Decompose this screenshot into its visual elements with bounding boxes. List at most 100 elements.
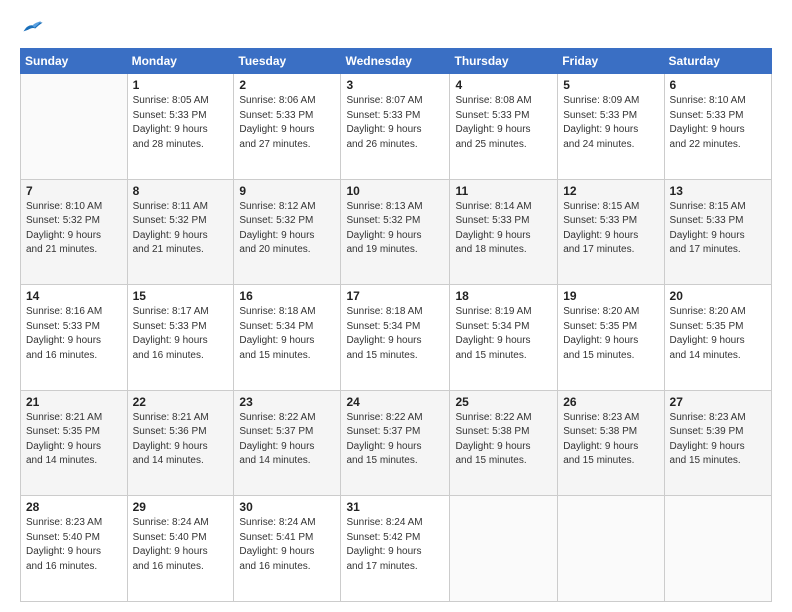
calendar-cell: 21Sunrise: 8:21 AMSunset: 5:35 PMDayligh… [21,390,128,496]
day-number: 9 [239,184,335,198]
day-info-text: Sunrise: 8:23 AMSunset: 5:38 PMDaylight:… [563,411,658,469]
calendar-cell: 3 Sunrise: 8:07 AMSunset: 5:33 PMDaylight… [341,74,450,180]
day-info-text: Sunrise: 8:14 AMSunset: 5:33 PMDaylight:… [455,200,552,258]
weekday-header-tuesday: Tuesday [234,49,341,74]
day-info-text: Sunrise: 8:09 AMSunset: 5:33 PMDaylight:… [563,94,658,152]
calendar-cell: 29 Sunrise: 8:24 AMSunset: 5:40 PMDayligh… [127,496,234,602]
day-number: 12 [563,184,658,198]
day-number: 22 [133,395,229,409]
day-info-text: Sunrise: 8:20 AMSunset: 5:35 PMDaylight:… [563,305,658,363]
day-info-text: Sunrise: 8:06 AMSunset: 5:33 PMDaylight:… [239,94,335,152]
day-number: 15 [133,289,229,303]
day-info-text: Sunrise: 8:10 AMSunset: 5:33 PMDaylight:… [670,94,766,152]
day-number: 1 [133,78,229,92]
calendar-cell: 16 Sunrise: 8:18 AMSunset: 5:34 PMDayligh… [234,285,341,391]
calendar-week-row: 7Sunrise: 8:10 AMSunset: 5:32 PMDaylight… [21,179,772,285]
day-number: 27 [670,395,766,409]
calendar-cell: 15 Sunrise: 8:17 AMSunset: 5:33 PMDayligh… [127,285,234,391]
day-info-text: Sunrise: 8:23 AMSunset: 5:40 PMDaylight:… [26,516,122,574]
day-number: 14 [26,289,122,303]
day-number: 11 [455,184,552,198]
calendar-cell: 28 Sunrise: 8:23 AMSunset: 5:40 PMDayligh… [21,496,128,602]
day-number: 3 [346,78,444,92]
day-info-text: Sunrise: 8:08 AMSunset: 5:33 PMDaylight:… [455,94,552,152]
calendar-cell: 6 Sunrise: 8:10 AMSunset: 5:33 PMDaylight… [664,74,771,180]
day-number: 21 [26,395,122,409]
calendar-cell: 9 Sunrise: 8:12 AMSunset: 5:32 PMDaylight… [234,179,341,285]
calendar-week-row: 1 Sunrise: 8:05 AMSunset: 5:33 PMDaylight… [21,74,772,180]
day-number: 10 [346,184,444,198]
day-info-text: Sunrise: 8:05 AMSunset: 5:33 PMDaylight:… [133,94,229,152]
day-info-text: Sunrise: 8:18 AMSunset: 5:34 PMDaylight:… [239,305,335,363]
calendar-cell: 5 Sunrise: 8:09 AMSunset: 5:33 PMDaylight… [558,74,664,180]
calendar-cell: 12 Sunrise: 8:15 AMSunset: 5:33 PMDayligh… [558,179,664,285]
calendar-cell: 19 Sunrise: 8:20 AMSunset: 5:35 PMDayligh… [558,285,664,391]
calendar-week-row: 21Sunrise: 8:21 AMSunset: 5:35 PMDayligh… [21,390,772,496]
calendar-cell: 14Sunrise: 8:16 AMSunset: 5:33 PMDayligh… [21,285,128,391]
logo-bird-icon [22,18,44,36]
logo [20,18,44,36]
calendar-cell: 23 Sunrise: 8:22 AMSunset: 5:37 PMDayligh… [234,390,341,496]
header [20,18,772,36]
day-info-text: Sunrise: 8:23 AMSunset: 5:39 PMDaylight:… [670,411,766,469]
day-number: 18 [455,289,552,303]
day-number: 16 [239,289,335,303]
weekday-header-saturday: Saturday [664,49,771,74]
calendar-cell: 10 Sunrise: 8:13 AMSunset: 5:32 PMDayligh… [341,179,450,285]
day-number: 19 [563,289,658,303]
calendar-cell: 17Sunrise: 8:18 AMSunset: 5:34 PMDayligh… [341,285,450,391]
day-number: 24 [346,395,444,409]
calendar-cell: 4 Sunrise: 8:08 AMSunset: 5:33 PMDaylight… [450,74,558,180]
calendar-cell: 7Sunrise: 8:10 AMSunset: 5:32 PMDaylight… [21,179,128,285]
day-info-text: Sunrise: 8:15 AMSunset: 5:33 PMDaylight:… [563,200,658,258]
calendar-week-row: 28 Sunrise: 8:23 AMSunset: 5:40 PMDayligh… [21,496,772,602]
calendar-cell: 20 Sunrise: 8:20 AMSunset: 5:35 PMDayligh… [664,285,771,391]
day-info-text: Sunrise: 8:10 AMSunset: 5:32 PMDaylight:… [26,200,122,258]
calendar-cell: 22Sunrise: 8:21 AMSunset: 5:36 PMDayligh… [127,390,234,496]
weekday-header-row: SundayMondayTuesdayWednesdayThursdayFrid… [21,49,772,74]
day-info-text: Sunrise: 8:22 AMSunset: 5:38 PMDaylight:… [455,411,552,469]
day-info-text: Sunrise: 8:19 AMSunset: 5:34 PMDaylight:… [455,305,552,363]
calendar-cell [21,74,128,180]
day-number: 8 [133,184,229,198]
calendar-cell [664,496,771,602]
day-number: 25 [455,395,552,409]
calendar-cell: 18 Sunrise: 8:19 AMSunset: 5:34 PMDayligh… [450,285,558,391]
calendar-cell: 1 Sunrise: 8:05 AMSunset: 5:33 PMDaylight… [127,74,234,180]
day-number: 23 [239,395,335,409]
day-info-text: Sunrise: 8:24 AMSunset: 5:40 PMDaylight:… [133,516,229,574]
calendar-cell: 13Sunrise: 8:15 AMSunset: 5:33 PMDayligh… [664,179,771,285]
day-info-text: Sunrise: 8:07 AMSunset: 5:33 PMDaylight:… [346,94,444,152]
day-info-text: Sunrise: 8:24 AMSunset: 5:41 PMDaylight:… [239,516,335,574]
weekday-header-thursday: Thursday [450,49,558,74]
day-info-text: Sunrise: 8:17 AMSunset: 5:33 PMDaylight:… [133,305,229,363]
day-number: 31 [346,500,444,514]
calendar-table: SundayMondayTuesdayWednesdayThursdayFrid… [20,48,772,602]
day-info-text: Sunrise: 8:22 AMSunset: 5:37 PMDaylight:… [346,411,444,469]
day-number: 5 [563,78,658,92]
day-info-text: Sunrise: 8:18 AMSunset: 5:34 PMDaylight:… [346,305,444,363]
calendar-cell: 25 Sunrise: 8:22 AMSunset: 5:38 PMDayligh… [450,390,558,496]
day-number: 20 [670,289,766,303]
weekday-header-sunday: Sunday [21,49,128,74]
day-number: 6 [670,78,766,92]
day-info-text: Sunrise: 8:22 AMSunset: 5:37 PMDaylight:… [239,411,335,469]
day-info-text: Sunrise: 8:12 AMSunset: 5:32 PMDaylight:… [239,200,335,258]
calendar-cell [450,496,558,602]
day-number: 28 [26,500,122,514]
day-info-text: Sunrise: 8:15 AMSunset: 5:33 PMDaylight:… [670,200,766,258]
calendar-cell [558,496,664,602]
day-info-text: Sunrise: 8:20 AMSunset: 5:35 PMDaylight:… [670,305,766,363]
day-info-text: Sunrise: 8:11 AMSunset: 5:32 PMDaylight:… [133,200,229,258]
page: SundayMondayTuesdayWednesdayThursdayFrid… [0,0,792,612]
day-number: 4 [455,78,552,92]
weekday-header-monday: Monday [127,49,234,74]
day-info-text: Sunrise: 8:13 AMSunset: 5:32 PMDaylight:… [346,200,444,258]
day-number: 2 [239,78,335,92]
day-info-text: Sunrise: 8:24 AMSunset: 5:42 PMDaylight:… [346,516,444,574]
calendar-week-row: 14Sunrise: 8:16 AMSunset: 5:33 PMDayligh… [21,285,772,391]
calendar-cell: 11 Sunrise: 8:14 AMSunset: 5:33 PMDayligh… [450,179,558,285]
calendar-cell: 2 Sunrise: 8:06 AMSunset: 5:33 PMDaylight… [234,74,341,180]
calendar-cell: 24 Sunrise: 8:22 AMSunset: 5:37 PMDayligh… [341,390,450,496]
day-number: 29 [133,500,229,514]
